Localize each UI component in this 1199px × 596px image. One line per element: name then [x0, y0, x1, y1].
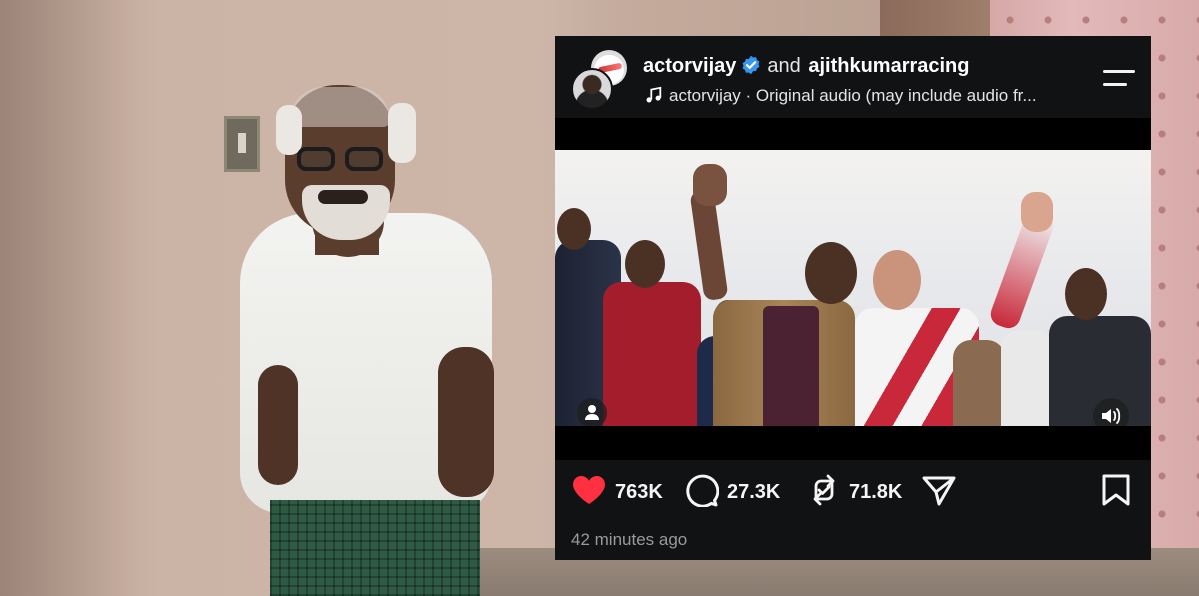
reel-video[interactable] — [555, 150, 1151, 426]
raised-hand-vijay — [693, 164, 727, 206]
heart-icon[interactable] — [571, 474, 607, 511]
mustache — [318, 190, 368, 204]
conjunction-text: and — [767, 55, 801, 77]
person-suit-right-head — [1065, 268, 1107, 320]
comment-icon[interactable] — [685, 473, 720, 512]
person-white-right — [1001, 330, 1053, 426]
instagram-post-card: actorvijay and ajithkumarracing actorvija… — [555, 36, 1151, 560]
menu-icon[interactable] — [1103, 70, 1135, 88]
share-icon[interactable] — [921, 473, 957, 512]
repost-icon[interactable] — [807, 473, 841, 512]
bookmark-action[interactable] — [1101, 474, 1131, 508]
eyeglasses — [295, 147, 391, 173]
post-footer: 763K 27.3K 71.8K 42 minutes ago — [555, 460, 1151, 560]
audio-label: actorvijay · Original audio (may include… — [669, 86, 1037, 105]
right-arm — [438, 347, 494, 497]
wall-shadow — [0, 0, 140, 596]
person-tan-right — [953, 340, 1005, 426]
video-letterbox-top — [555, 118, 1151, 150]
share-action[interactable] — [921, 476, 957, 508]
username-primary[interactable]: actorvijay — [643, 55, 736, 77]
man-figure — [240, 85, 500, 596]
avatar-actorvijay[interactable] — [571, 68, 613, 110]
repost-count: 71.8K — [849, 480, 903, 503]
like-action[interactable]: 763K — [571, 474, 663, 511]
person-red-jacket-head — [625, 240, 665, 288]
music-note-icon — [645, 86, 665, 106]
bookmark-icon[interactable] — [1101, 473, 1131, 512]
post-header: actorvijay and ajithkumarracing actorvija… — [555, 36, 1151, 118]
person-left-head — [557, 208, 591, 250]
hair — [290, 87, 390, 127]
person-red-jacket — [603, 282, 701, 426]
comment-action[interactable]: 27.3K — [685, 474, 781, 508]
raised-hand-racing — [1021, 192, 1053, 232]
verified-badge-icon — [741, 55, 761, 75]
door-frame — [880, 0, 990, 40]
comment-count: 27.3K — [727, 480, 781, 503]
person-tan-jacket-head — [805, 242, 857, 304]
maroon-shirt — [763, 306, 819, 426]
video-letterbox-bottom — [555, 426, 1151, 460]
post-usernames: actorvijay and ajithkumarracing — [643, 54, 970, 78]
repost-action[interactable]: 71.8K — [807, 474, 903, 508]
speaker-icon[interactable] — [1093, 398, 1129, 426]
person-racing-suit-head — [873, 250, 921, 310]
left-arm — [258, 365, 298, 485]
user-tag-icon[interactable] — [577, 398, 607, 426]
username-secondary[interactable]: ajithkumarracing — [808, 55, 969, 77]
audio-attribution[interactable]: actorvijay · Original audio (may include… — [645, 86, 1085, 106]
checked-lungi — [270, 500, 480, 596]
like-count: 763K — [615, 480, 663, 503]
post-timestamp: 42 minutes ago — [571, 530, 688, 549]
hair-right — [388, 103, 416, 163]
